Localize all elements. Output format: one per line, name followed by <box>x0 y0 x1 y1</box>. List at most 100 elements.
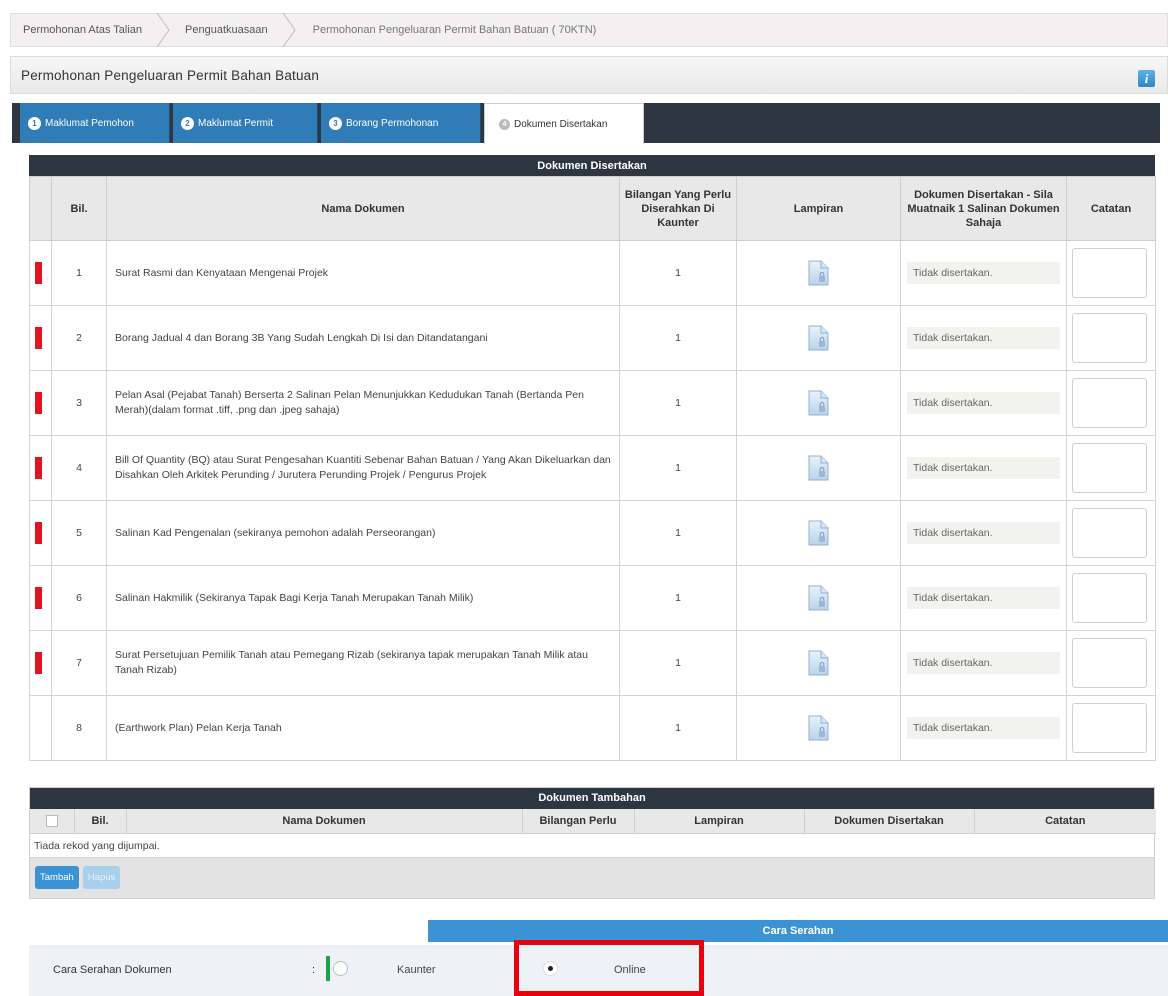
attachment-file-icon[interactable] <box>808 325 829 351</box>
breadcrumb-item-current: Permohonan Pengeluaran Permit Bahan Batu… <box>300 14 619 46</box>
attachment-file-icon[interactable] <box>808 260 829 286</box>
upload-status: Tidak disertakan. <box>907 457 1060 479</box>
attachment-file-icon[interactable] <box>808 390 829 416</box>
row-lampiran <box>736 305 901 371</box>
step-number-icon: 1 <box>28 116 41 130</box>
tab-label: Maklumat Pemohon <box>45 117 134 129</box>
select-all-checkbox[interactable] <box>45 814 58 827</box>
tab-dokumen-disertakan[interactable]: 4 Dokumen Disertakan <box>484 103 644 144</box>
required-marker <box>35 587 42 609</box>
documents-table: Bil. Nama Dokumen Bilangan Yang Perlu Di… <box>29 176 1156 761</box>
breadcrumb-item-penguatkuasaan[interactable]: Penguatkuasaan <box>172 13 296 47</box>
cara-serahan-title: Cara Serahan <box>428 920 1168 942</box>
row-catatan <box>1066 500 1156 566</box>
step-number-icon: 3 <box>329 116 342 130</box>
upload-status: Tidak disertakan. <box>907 262 1060 284</box>
required-cell <box>29 370 52 436</box>
row-nama-dokumen: Borang Jadual 4 dan Borang 3B Yang Sudah… <box>106 305 620 371</box>
row-nama-dokumen: (Earthwork Plan) Pelan Kerja Tanah <box>106 695 620 761</box>
empty-message: Tiada rekod yang dijumpai. <box>30 833 1154 858</box>
hapus-button[interactable]: Hapus <box>82 866 121 889</box>
catatan-input[interactable] <box>1072 508 1147 558</box>
breadcrumb-separator-icon <box>156 13 170 47</box>
row-dokumen-disertakan: Tidak disertakan. <box>900 305 1067 371</box>
row-dokumen-disertakan: Tidak disertakan. <box>900 500 1067 566</box>
col-nama-dokumen: Nama Dokumen <box>126 809 523 834</box>
tab-label: Dokumen Disertakan <box>514 118 608 130</box>
tab-maklumat-permit[interactable]: 2 Maklumat Permit <box>173 103 318 143</box>
attachment-file-icon[interactable] <box>808 715 829 741</box>
row-bilangan: 1 <box>619 565 737 631</box>
row-bil: 2 <box>51 305 107 371</box>
tab-label: Maklumat Permit <box>198 117 274 129</box>
table-row: 8 (Earthwork Plan) Pelan Kerja Tanah 1 T… <box>29 695 1156 761</box>
row-dokumen-disertakan: Tidak disertakan. <box>900 370 1067 436</box>
row-lampiran <box>736 630 901 696</box>
row-bil: 6 <box>51 565 107 631</box>
tab-maklumat-pemohon[interactable]: 1 Maklumat Pemohon <box>20 103 170 143</box>
col-select-all <box>30 809 75 834</box>
attachment-file-icon[interactable] <box>808 585 829 611</box>
attachment-file-icon[interactable] <box>808 520 829 546</box>
tambah-button[interactable]: Tambah <box>35 866 79 889</box>
required-marker <box>35 652 42 674</box>
row-nama-dokumen: Salinan Kad Pengenalan (sekiranya pemoho… <box>106 500 620 566</box>
row-bilangan: 1 <box>619 695 737 761</box>
extra-documents-grid: Dokumen Tambahan Bil. Nama Dokumen Bilan… <box>29 787 1156 899</box>
col-catatan: Catatan <box>974 809 1156 834</box>
col-lampiran: Lampiran <box>736 176 901 241</box>
upload-status: Tidak disertakan. <box>907 587 1060 609</box>
catatan-input[interactable] <box>1072 638 1147 688</box>
catatan-input[interactable] <box>1072 248 1147 298</box>
attachment-file-icon[interactable] <box>808 455 829 481</box>
breadcrumb-label: Permohonan Atas Talian <box>23 24 143 36</box>
required-marker <box>35 327 42 349</box>
row-lampiran <box>736 565 901 631</box>
attachment-file-icon[interactable] <box>808 650 829 676</box>
table-row: 6 Salinan Hakmilik (Sekiranya Tapak Bagi… <box>29 565 1156 631</box>
catatan-input[interactable] <box>1072 703 1147 753</box>
col-dokumen-disertakan: Dokumen Disertakan <box>804 809 975 834</box>
required-marker <box>35 522 42 544</box>
breadcrumb-label: Permohonan Pengeluaran Permit Bahan Batu… <box>312 24 597 36</box>
tab-borang-permohonan[interactable]: 3 Borang Permohonan <box>321 103 481 143</box>
catatan-input[interactable] <box>1072 313 1147 363</box>
row-bilangan: 1 <box>619 240 737 306</box>
row-catatan <box>1066 435 1156 501</box>
row-catatan <box>1066 565 1156 631</box>
col-lampiran: Lampiran <box>634 809 805 834</box>
breadcrumb-item-permohonan-atas-talian[interactable]: Permohonan Atas Talian <box>11 13 170 47</box>
row-lampiran <box>736 435 901 501</box>
required-cell <box>29 565 52 631</box>
row-lampiran <box>736 370 901 436</box>
row-bilangan: 1 <box>619 630 737 696</box>
table-row: 3 Pelan Asal (Pejabat Tanah) Berserta 2 … <box>29 370 1156 436</box>
required-marker <box>35 457 42 479</box>
catatan-input[interactable] <box>1072 573 1147 623</box>
kaunter-radio[interactable] <box>333 961 348 976</box>
col-bil: Bil. <box>74 809 127 834</box>
info-icon[interactable]: i <box>1138 70 1155 87</box>
required-cell <box>29 500 52 566</box>
catatan-input[interactable] <box>1072 443 1147 493</box>
breadcrumb: Permohonan Atas Talian Penguatkuasaan Pe… <box>10 13 1168 47</box>
upload-status: Tidak disertakan. <box>907 327 1060 349</box>
row-catatan <box>1066 305 1156 371</box>
row-bilangan: 1 <box>619 370 737 436</box>
required-cell <box>29 630 52 696</box>
breadcrumb-label: Penguatkuasaan <box>185 24 268 36</box>
row-lampiran <box>736 240 901 306</box>
step-number-icon: 2 <box>181 116 194 130</box>
col-catatan: Catatan <box>1066 176 1156 241</box>
row-nama-dokumen: Surat Persetujuan Pemilik Tanah atau Pem… <box>106 630 620 696</box>
catatan-input[interactable] <box>1072 378 1147 428</box>
table-row: 4 Bill Of Quantity (BQ) atau Surat Penge… <box>29 435 1156 501</box>
row-nama-dokumen: Pelan Asal (Pejabat Tanah) Berserta 2 Sa… <box>106 370 620 436</box>
row-bil: 1 <box>51 240 107 306</box>
highlight-box <box>514 940 704 996</box>
row-nama-dokumen: Bill Of Quantity (BQ) atau Surat Pengesa… <box>106 435 620 501</box>
row-bil: 8 <box>51 695 107 761</box>
row-dokumen-disertakan: Tidak disertakan. <box>900 240 1067 306</box>
table-row: 1 Surat Rasmi dan Kenyataan Mengenai Pro… <box>29 240 1156 306</box>
row-catatan <box>1066 370 1156 436</box>
